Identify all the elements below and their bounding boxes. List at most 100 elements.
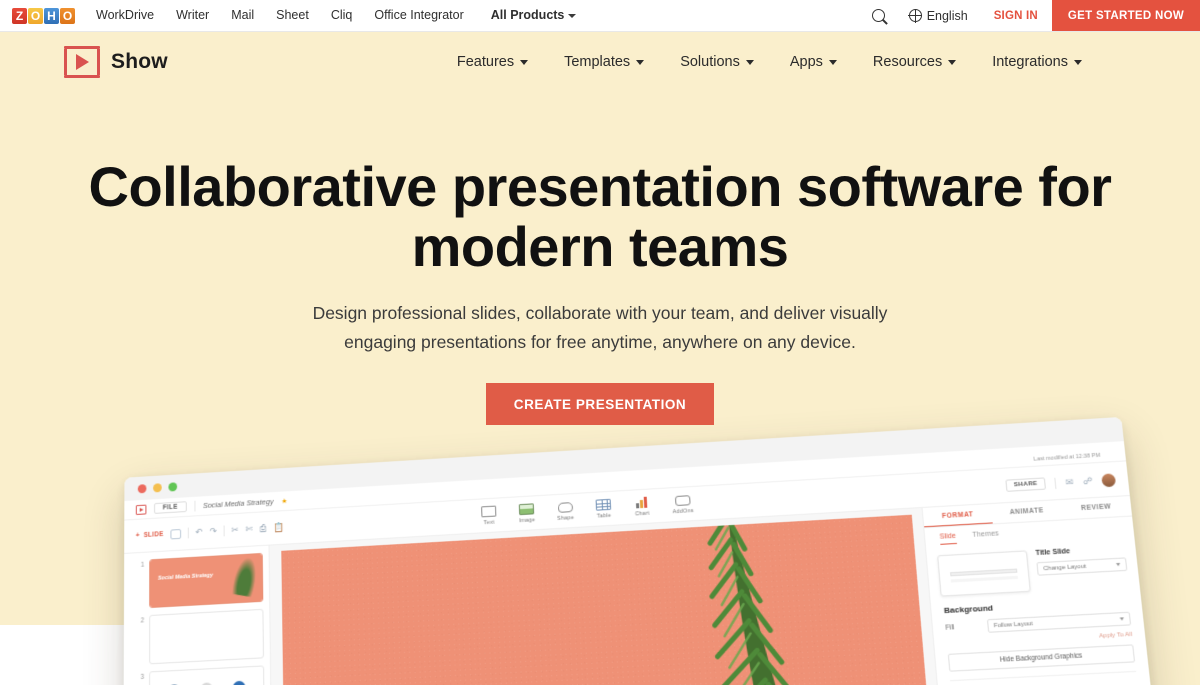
cut-icon[interactable]: ✄ <box>245 524 252 535</box>
language-label: English <box>926 8 968 23</box>
list-item[interactable]: 3 <box>137 665 265 685</box>
comment-icon[interactable]: ✉ <box>1065 476 1074 488</box>
nav-item-solutions[interactable]: Solutions <box>662 54 772 70</box>
zoho-link-office-integrator[interactable]: Office Integrator <box>363 0 474 31</box>
nav-label-integrations: Integrations <box>992 54 1068 70</box>
paste-icon[interactable]: 📋 <box>273 522 284 533</box>
show-brand[interactable]: Show <box>0 46 168 78</box>
zoho-logo-letter-z: Z <box>12 7 27 24</box>
addons-icon <box>674 493 691 507</box>
hero-cta-wrap: CREATE PRESENTATION <box>0 383 1200 425</box>
fern-leaf-icon <box>608 514 839 685</box>
slide-thumbnail-3[interactable] <box>148 665 265 685</box>
zoho-link-mail[interactable]: Mail <box>220 0 265 31</box>
get-started-button[interactable]: GET STARTED NOW <box>1051 0 1200 31</box>
create-presentation-button[interactable]: CREATE PRESENTATION <box>485 383 715 425</box>
shape-icon <box>557 500 574 514</box>
panel-divider <box>950 670 1137 682</box>
fill-select[interactable]: Follow Layout <box>986 611 1132 633</box>
image-icon <box>518 502 535 516</box>
layout-icon[interactable] <box>170 528 181 539</box>
toolbar-divider-3 <box>1054 477 1057 489</box>
hero-subtitle: Design professional slides, collaborate … <box>0 299 1200 357</box>
zoho-link-writer[interactable]: Writer <box>165 0 220 31</box>
zoho-logo-letter-o2: O <box>60 7 75 24</box>
nav-label-resources: Resources <box>872 54 943 70</box>
list-item[interactable]: 1 Social Media Strategy <box>138 552 264 609</box>
nav-item-templates[interactable]: Templates <box>546 54 662 70</box>
show-brand-label: Show <box>111 50 168 73</box>
hero-subtitle-line-2: engaging presentations for free anytime,… <box>344 332 856 352</box>
tab-review[interactable]: REVIEW <box>1060 496 1132 519</box>
chevron-down-icon <box>948 59 957 65</box>
format-painter-icon[interactable]: ✂ <box>231 525 238 536</box>
product-nav-items: Features Templates Solutions Apps Resour… <box>439 54 1200 70</box>
subtab-themes[interactable]: Themes <box>972 530 999 543</box>
zoho-link-cliq[interactable]: Cliq <box>320 0 364 31</box>
nav-item-integrations[interactable]: Integrations <box>974 54 1100 70</box>
list-item[interactable]: 2 <box>137 608 264 665</box>
thumb-title: Social Media Strategy <box>157 572 214 582</box>
hero-title-line-2: modern teams <box>411 215 789 278</box>
insert-table-button[interactable]: Table <box>595 498 612 520</box>
zoho-logo[interactable]: Z O H O <box>0 0 85 31</box>
current-slide[interactable]: Social Media Strategy <box>281 514 942 685</box>
slide-thumbnail-panel[interactable]: 1 Social Media Strategy 2 3 <box>122 545 274 685</box>
window-minimize-dot[interactable] <box>153 482 162 493</box>
search-button[interactable] <box>860 0 897 31</box>
chevron-down-icon <box>568 13 577 18</box>
tab-format[interactable]: FORMAT <box>922 504 994 528</box>
window-maximize-dot[interactable] <box>168 481 178 492</box>
insert-image-button[interactable]: Image <box>518 502 535 524</box>
insert-text-button[interactable]: Text <box>481 505 498 527</box>
undo-icon[interactable]: ↶ <box>195 527 202 538</box>
toolbar-divider-1 <box>187 527 189 539</box>
chevron-down-icon <box>1074 59 1082 65</box>
nav-item-resources[interactable]: Resources <box>855 54 974 70</box>
avatar[interactable] <box>1101 472 1117 487</box>
zoho-link-sheet[interactable]: Sheet <box>265 0 320 31</box>
slide-number: 2 <box>140 617 145 625</box>
zoho-bar-right: English SIGN IN GET STARTED NOW <box>860 0 1200 31</box>
change-layout-select[interactable]: Change Layout <box>1036 557 1128 576</box>
add-slide-label: SLIDE <box>143 530 164 540</box>
format-panel: FORMAT ANIMATE REVIEW Slide Themes Title… <box>921 496 1165 685</box>
chart-icon <box>633 496 650 510</box>
tab-animate[interactable]: ANIMATE <box>991 500 1062 523</box>
document-title[interactable]: Social Media Strategy <box>203 497 274 510</box>
nav-item-apps[interactable]: Apps <box>772 54 855 70</box>
insert-chart-button[interactable]: Chart <box>633 496 650 518</box>
window-close-dot[interactable] <box>137 483 147 493</box>
chevron-down-icon <box>745 59 754 65</box>
chevron-down-icon <box>636 59 645 65</box>
insert-shape-button[interactable]: Shape <box>556 500 574 522</box>
star-icon[interactable]: ★ <box>281 497 287 505</box>
add-slide-button[interactable]: + SLIDE <box>136 531 164 539</box>
nav-item-features[interactable]: Features <box>439 54 546 70</box>
redo-icon[interactable]: ↷ <box>209 526 216 537</box>
layout-preview[interactable] <box>937 550 1031 597</box>
subtab-slide[interactable]: Slide <box>939 532 957 545</box>
insert-addons-button[interactable]: AddOns <box>671 493 694 515</box>
file-menu-label: FILE <box>162 503 178 512</box>
zoho-link-workdrive[interactable]: WorkDrive <box>85 0 165 31</box>
globe-icon <box>908 8 923 23</box>
text-icon <box>481 505 497 519</box>
slide-thumbnail-1[interactable]: Social Media Strategy <box>149 552 264 609</box>
search-icon <box>871 9 885 22</box>
language-selector[interactable]: English <box>897 0 980 31</box>
share-button[interactable]: SHARE <box>1005 477 1047 492</box>
sign-in-link[interactable]: SIGN IN <box>980 0 1052 31</box>
zoho-logo-letter-h: H <box>44 7 59 24</box>
insert-shape-label: Shape <box>557 514 575 522</box>
copy-icon[interactable]: ⎙ <box>260 523 267 534</box>
hero-title-line-1: Collaborative presentation software for <box>88 155 1112 218</box>
zoho-all-products-menu[interactable]: All Products <box>475 0 588 31</box>
nav-label-apps: Apps <box>789 54 823 70</box>
chevron-down-icon <box>828 59 837 65</box>
show-play-icon <box>64 46 100 78</box>
file-menu-button[interactable]: FILE <box>154 501 187 514</box>
slide-thumbnail-2[interactable] <box>149 608 264 665</box>
present-remote-icon[interactable]: ☍ <box>1082 475 1093 487</box>
menubar-divider <box>194 500 196 512</box>
